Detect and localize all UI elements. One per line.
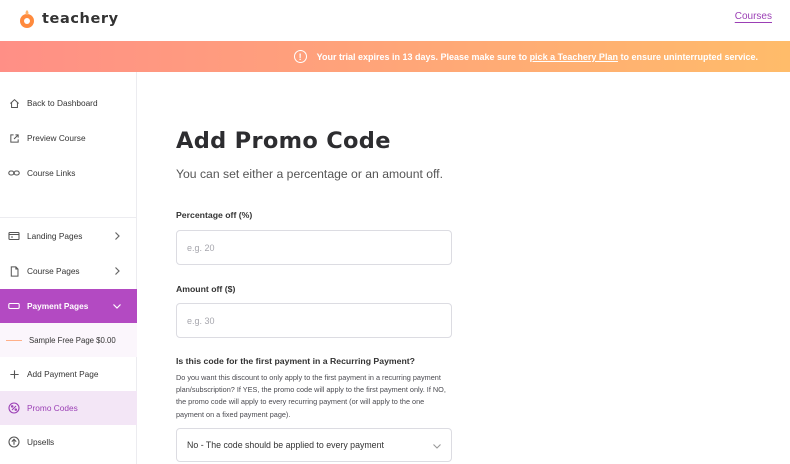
link-icon: [8, 167, 20, 179]
info-icon: !: [293, 50, 307, 63]
sidebar-item-landing-pages[interactable]: Landing Pages: [0, 219, 137, 253]
trial-banner-text-end: to ensure uninterrupted service.: [617, 51, 758, 62]
recurring-payment-help-text: Do you want this discount to only apply …: [176, 373, 446, 419]
chevron-right-icon: [115, 267, 120, 275]
plus-icon: [8, 368, 20, 380]
sidebar-item-label: Back to Dashboard: [27, 98, 98, 108]
trial-banner-text-start: Your trial expires in 13 days. Please ma…: [316, 51, 530, 62]
pick-plan-link[interactable]: pick a Teachery Plan: [530, 52, 618, 62]
upsell-icon: [8, 436, 20, 448]
page-subtitle: You can set either a percentage or an am…: [176, 167, 443, 181]
sidebar-item-preview-course[interactable]: Preview Course: [0, 121, 137, 155]
sidebar-item-sample-free-page[interactable]: Sample Free Page $0.00: [0, 323, 137, 357]
external-link-icon: [8, 132, 20, 144]
recurring-payment-label: Is this code for the first payment in a …: [176, 356, 415, 366]
chevron-right-icon: [115, 232, 120, 240]
sidebar-item-payment-pages[interactable]: Payment Pages: [0, 289, 137, 323]
sidebar-item-label: Upsells: [27, 437, 55, 447]
percentage-off-input[interactable]: [176, 230, 452, 265]
teachery-logo-icon: [20, 10, 34, 28]
sidebar-item-label: Promo Codes: [27, 403, 78, 413]
sidebar-item-label: Sample Free Page $0.00: [29, 335, 116, 345]
percentage-off-label: Percentage off (%): [176, 210, 253, 220]
brand-name: teachery: [42, 11, 119, 27]
sidebar-divider: [0, 217, 137, 218]
amount-off-input[interactable]: [176, 303, 452, 338]
sidebar-item-label: Preview Course: [27, 133, 86, 143]
chevron-down-icon: [433, 444, 441, 449]
courses-nav-link[interactable]: Courses: [735, 11, 772, 22]
dash-icon: [6, 339, 22, 341]
document-icon: [8, 265, 20, 277]
sidebar-item-label: Payment Pages: [27, 301, 89, 311]
sidebar-item-course-links[interactable]: Course Links: [0, 156, 137, 190]
main-content: Add Promo Code You can set either a perc…: [138, 72, 790, 464]
recurring-payment-select[interactable]: No - The code should be applied to every…: [176, 428, 452, 462]
landing-page-icon: [8, 230, 20, 242]
sidebar-item-label: Course Links: [27, 168, 76, 178]
payment-icon: [8, 300, 20, 312]
page-title: Add Promo Code: [176, 128, 391, 154]
sidebar-item-label: Course Pages: [27, 266, 80, 276]
trial-banner-text: Your trial expires in 13 days. Please ma…: [317, 52, 758, 62]
sidebar: Back to Dashboard Preview Course Course …: [0, 72, 137, 464]
sidebar-item-promo-codes[interactable]: Promo Codes: [0, 391, 137, 425]
recurring-payment-select-value: No - The code should be applied to every…: [187, 440, 384, 450]
sidebar-item-upsells[interactable]: Upsells: [0, 425, 137, 459]
brand-logo[interactable]: teachery: [18, 7, 119, 31]
sidebar-item-course-pages[interactable]: Course Pages: [0, 254, 137, 288]
home-icon: [8, 97, 20, 109]
top-header: teachery Courses: [0, 0, 790, 40]
amount-off-label: Amount off ($): [176, 284, 236, 294]
chevron-down-icon: [113, 304, 121, 309]
trial-banner: ! Your trial expires in 13 days. Please …: [0, 41, 790, 72]
sidebar-item-label: Landing Pages: [27, 231, 83, 241]
sidebar-item-back-to-dashboard[interactable]: Back to Dashboard: [0, 86, 137, 120]
percent-icon: [8, 402, 20, 414]
sidebar-item-add-payment-page[interactable]: Add Payment Page: [0, 357, 137, 391]
sidebar-item-label: Add Payment Page: [27, 369, 99, 379]
